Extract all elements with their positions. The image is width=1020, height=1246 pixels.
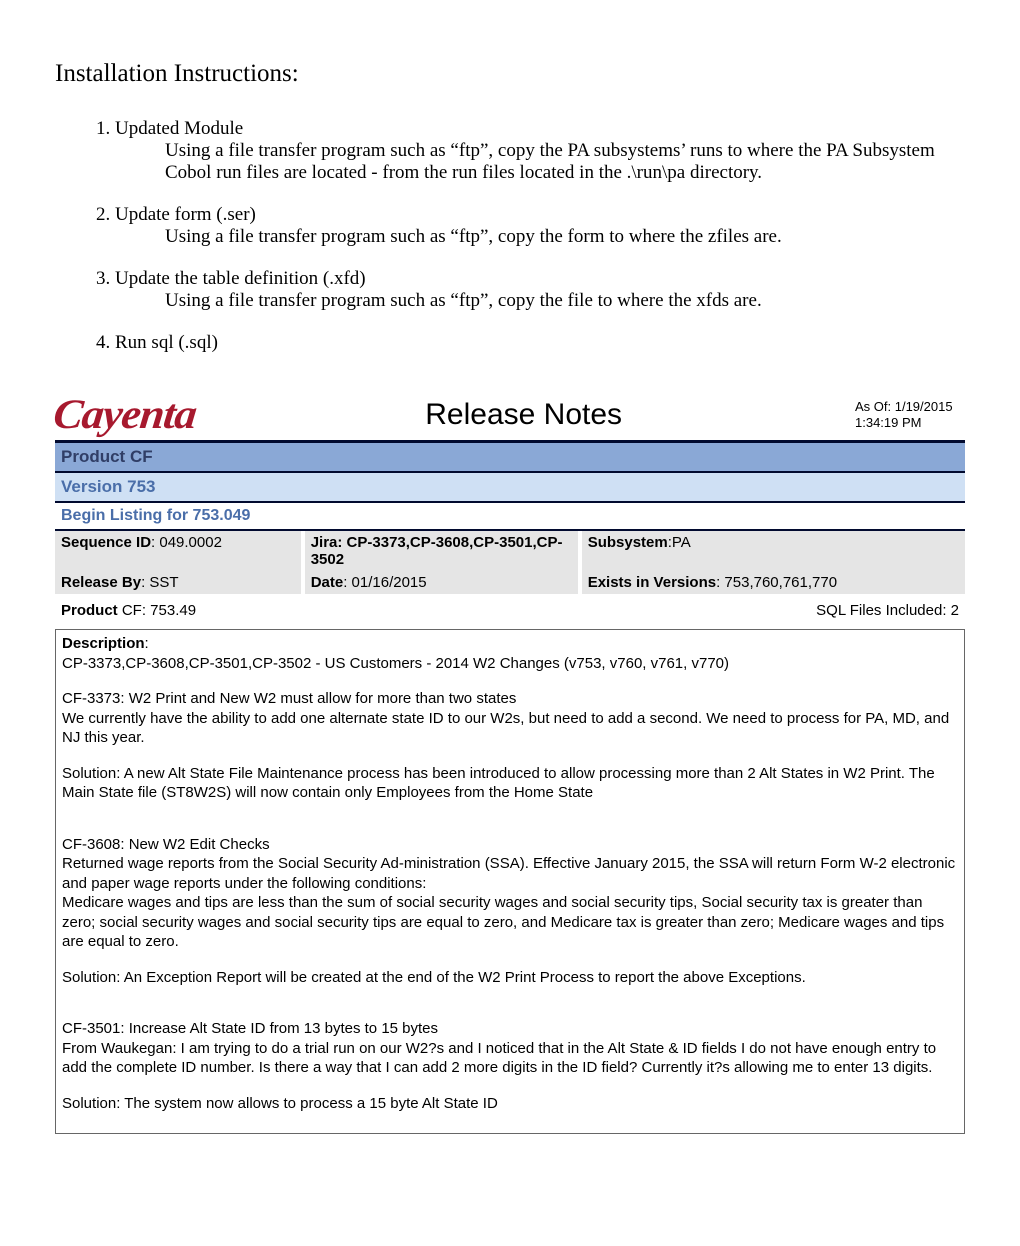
- date-value: : 01/16/2015: [343, 574, 426, 591]
- description-block: Description: CP-3373,CP-3608,CP-3501,CP-…: [55, 629, 965, 1134]
- cf3501-title: CF-3501: Increase Alt State ID from 13 b…: [62, 1019, 958, 1039]
- install-item-body: Using a file transfer program such as “f…: [165, 226, 965, 248]
- asof-label: As Of:: [855, 399, 895, 414]
- install-item-title: Update the table definition (.xfd): [115, 268, 366, 289]
- cf3608-body2: Medicare wages and tips are less than th…: [62, 893, 958, 952]
- cf3373-body: We currently have the ability to add one…: [62, 709, 958, 748]
- jira-value: CP-3373,CP-3608,CP-3501,CP-3502: [311, 534, 563, 568]
- cayenta-logo: Cayenta: [49, 394, 198, 436]
- asof-date: 1/19/2015: [895, 399, 953, 414]
- cf3608-body: Returned wage reports from the Social Se…: [62, 854, 958, 893]
- product-row: Product CF: 753.49 SQL Files Included: 2: [55, 594, 965, 629]
- cf3373-solution: Solution: A new Alt State File Maintenan…: [62, 764, 958, 803]
- cf3608-solution: Solution: An Exception Report will be cr…: [62, 968, 958, 988]
- cf3501-body: From Waukegan: I am trying to do a trial…: [62, 1039, 958, 1078]
- installation-list: Updated Module Using a file transfer pro…: [55, 118, 965, 354]
- sequence-id-label: Sequence ID: [61, 534, 151, 551]
- sequence-id-value: : 049.0002: [151, 534, 222, 551]
- jira-label: Jira:: [311, 534, 347, 551]
- release-notes-header: Cayenta Release Notes As Of: 1/19/2015 1…: [55, 394, 965, 443]
- product-label: Product: [61, 602, 118, 619]
- version-banner: Version 753: [55, 473, 965, 503]
- install-item-title: Run sql (.sql): [115, 332, 218, 353]
- install-item-2: Update form (.ser) Using a file transfer…: [115, 204, 965, 248]
- install-item-3: Update the table definition (.xfd) Using…: [115, 268, 965, 312]
- exists-in-versions-value: : 753,760,761,770: [716, 574, 837, 591]
- install-item-1: Updated Module Using a file transfer pro…: [115, 118, 965, 184]
- release-by-label: Release By: [61, 574, 141, 591]
- exists-in-versions-label: Exists in Versions: [588, 574, 716, 591]
- install-item-4: Run sql (.sql): [115, 332, 965, 354]
- description-label: Description: [62, 635, 145, 652]
- installation-heading: Installation Instructions:: [55, 60, 965, 88]
- release-by-value: : SST: [141, 574, 179, 591]
- subsystem-label: Subsystem: [588, 534, 668, 551]
- desc-summary: CP-3373,CP-3608,CP-3501,CP-3502 - US Cus…: [62, 654, 958, 674]
- product-value: CF: 753.49: [118, 602, 196, 619]
- sql-files-included: SQL Files Included: 2: [816, 602, 959, 619]
- release-notes-title: Release Notes: [192, 398, 855, 432]
- date-label: Date: [311, 574, 344, 591]
- install-item-body: Using a file transfer program such as “f…: [165, 290, 965, 312]
- install-item-title: Updated Module: [115, 118, 243, 139]
- cf3373-title: CF-3373: W2 Print and New W2 must allow …: [62, 689, 958, 709]
- asof-time: 1:34:19 PM: [855, 415, 922, 430]
- install-item-body: Using a file transfer program such as “f…: [165, 140, 965, 184]
- cf3608-title: CF-3608: New W2 Edit Checks: [62, 835, 958, 855]
- product-banner: Product CF: [55, 443, 965, 473]
- metadata-table: Sequence ID: 049.0002 Jira: CP-3373,CP-3…: [55, 531, 965, 594]
- begin-listing-banner: Begin Listing for 753.049: [55, 503, 965, 531]
- install-item-title: Update form (.ser): [115, 204, 256, 225]
- subsystem-value: :PA: [668, 534, 691, 551]
- cf3501-solution: Solution: The system now allows to proce…: [62, 1094, 958, 1114]
- asof-block: As Of: 1/19/2015 1:34:19 PM: [855, 399, 965, 430]
